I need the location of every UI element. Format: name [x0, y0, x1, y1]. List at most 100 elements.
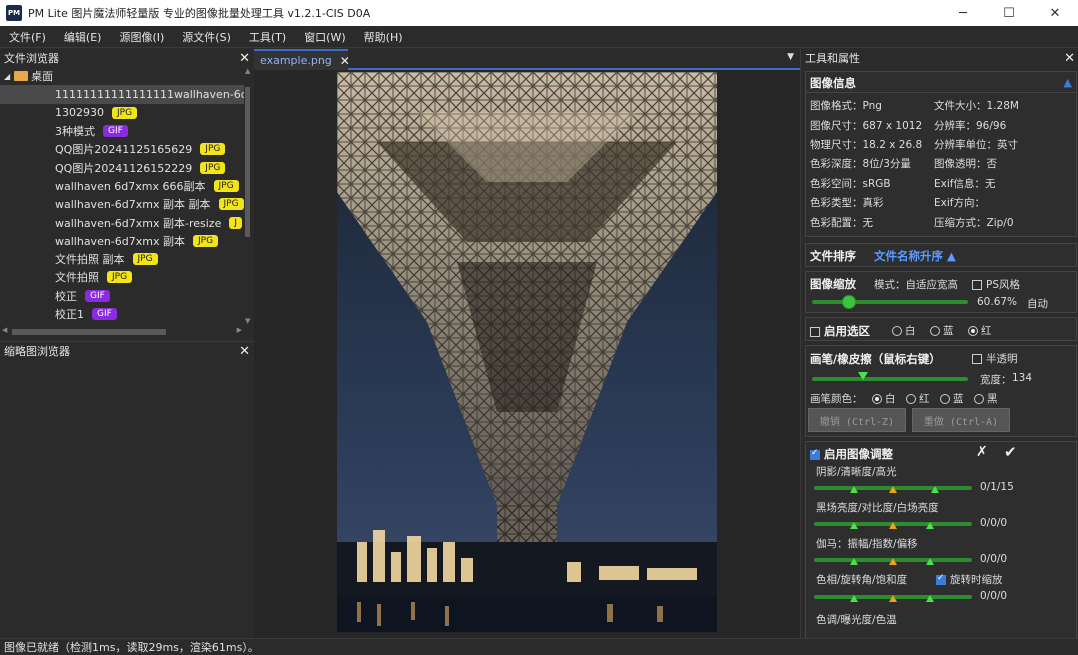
close-thumbnail-browser-icon[interactable]: ✕ [239, 344, 250, 359]
image-info-left: 色彩空间：sRGB [810, 177, 891, 190]
tree-root[interactable]: ◢ 桌面 [0, 67, 244, 85]
file-type-badge: JPG [213, 179, 239, 192]
image-info-title: 图像信息 [810, 76, 856, 90]
adjust-2-handle-c[interactable] [926, 522, 934, 529]
adjust-3-handle-b[interactable] [889, 558, 897, 565]
collapse-up-icon[interactable]: ▲ [1064, 76, 1072, 89]
enable-selection-checkbox[interactable]: 启用选区 [810, 323, 870, 339]
file-tree-item[interactable]: 11111111111111111wallhaven-6d [0, 85, 244, 104]
brush-blue-radio[interactable]: 蓝 [940, 391, 964, 406]
undo-button[interactable]: 撤销 (Ctrl-Z) [808, 408, 906, 432]
rotate-scale-checkbox[interactable]: 旋转时缩放 [936, 572, 1003, 587]
close-tab-icon[interactable]: ✕ [340, 54, 350, 68]
adjust-1-handle-c[interactable] [931, 486, 939, 493]
zoom-slider-knob[interactable] [842, 295, 857, 309]
adjust-1-handle-a[interactable] [850, 486, 858, 493]
bridge-photo [337, 72, 717, 632]
menu-edit[interactable]: 编辑(E) [55, 29, 111, 45]
tools-panel: 工具和属性 ✕ 图像信息 ▲ 图像格式：Png 文件大小：1.28M 图像尺寸：68… [800, 49, 1078, 638]
enable-adjust-check[interactable] [810, 448, 820, 460]
adjust-2-handle-b[interactable] [889, 522, 897, 529]
image-info-right: 文件大小：1.28M [934, 100, 1019, 113]
zoom-auto-button[interactable]: 自动 [1027, 296, 1048, 311]
menu-window[interactable]: 窗口(W) [295, 29, 354, 45]
vscroll-thumb[interactable] [245, 87, 250, 237]
tab-example[interactable]: example.png ✕ [254, 49, 350, 70]
file-type-badge: GIF [103, 125, 128, 138]
sort-order-link[interactable]: 文件名称升序 ▲ [874, 248, 956, 264]
menu-source-file[interactable]: 源文件(S) [173, 29, 240, 45]
tab-dropdown-icon[interactable]: ▼ [787, 52, 794, 62]
file-browser-panel: 文件浏览器 ✕ ◢ 桌面 11111111111111111wallhaven-… [0, 49, 254, 341]
ps-style-check[interactable] [972, 280, 982, 290]
selection-blue-radio[interactable]: 蓝 [930, 323, 954, 338]
brush-section: 画笔/橡皮擦（鼠标右键） 半透明 宽度： 134 画笔颜色： 白 红 蓝 黑 撤… [805, 345, 1077, 437]
adjust-group-5-label: 色调/曝光度/色温 [816, 614, 897, 626]
menu-file[interactable]: 文件(F) [0, 29, 55, 45]
brush-red-radio[interactable]: 红 [906, 391, 930, 406]
translucent-checkbox[interactable]: 半透明 [972, 351, 1018, 366]
apply-adjust-icon[interactable]: ✔ [1004, 443, 1017, 461]
file-name: 3种模式 [55, 125, 95, 139]
file-tree-item[interactable]: 校正1 GIF [0, 305, 244, 323]
close-window-button[interactable]: ✕ [1032, 0, 1078, 26]
file-tree-item[interactable]: 校正 GIF [0, 287, 244, 305]
adjust-2-handle-a[interactable] [850, 522, 858, 529]
enable-adjust-checkbox[interactable]: 启用图像调整 [810, 446, 893, 462]
file-tree-item[interactable]: wallhaven-6d7xmx 副本-resize J [0, 213, 244, 231]
collapse-arrow-icon[interactable]: ◢ [4, 72, 10, 81]
rotate-scale-check[interactable] [936, 573, 946, 585]
file-tree-item[interactable]: wallhaven-6d7xmx 副本 副本 JPG [0, 195, 244, 213]
adjust-4-handle-b[interactable] [889, 595, 897, 602]
brush-white-radio[interactable]: 白 [872, 391, 896, 406]
cancel-adjust-icon[interactable]: ✗ [976, 444, 988, 460]
selection-white-radio[interactable]: 白 [892, 323, 916, 338]
file-tree-item[interactable]: 3种模式 GIF [0, 122, 244, 140]
minimize-button[interactable]: ─ [940, 0, 986, 26]
image-info-left: 图像格式：Png [810, 100, 882, 113]
window-title: PM Lite 图片魔法师轻量版 专业的图像批量处理工具 v1.2.1-CIS … [28, 7, 371, 20]
image-canvas[interactable] [254, 70, 800, 638]
adjust-1-handle-b[interactable] [889, 486, 897, 493]
menu-bar: 文件(F) 编辑(E) 源图像(I) 源文件(S) 工具(T) 窗口(W) 帮助… [0, 26, 1078, 48]
image-info-right: 分辨率单位：英寸 [934, 138, 1018, 151]
adjust-3-handle-c[interactable] [926, 558, 934, 565]
file-tree-item[interactable]: wallhaven-6d7xmx 副本 JPG [0, 232, 244, 250]
adjust-4-handle-c[interactable] [926, 595, 934, 602]
file-tree-vscroll[interactable]: ▲ ▼ [244, 67, 252, 325]
adjust-group-4-value: 0/0/0 [980, 590, 1008, 602]
image-info-row: 图像尺寸：687 x 1012 分辨率：96/96 [810, 115, 1019, 134]
translucent-check[interactable] [972, 354, 982, 364]
image-info-grid: 图像格式：Png 文件大小：1.28M 图像尺寸：687 x 1012 分辨率：96/… [810, 96, 1019, 232]
zoom-mode[interactable]: 模式：自适应宽高 [874, 277, 958, 292]
file-tree-item[interactable]: 文件拍照 副本 JPG [0, 250, 244, 268]
close-tools-panel-icon[interactable]: ✕ [1064, 51, 1075, 66]
file-name: QQ图片20241126152229 [55, 161, 193, 175]
file-tree-item[interactable]: 1302930 JPG [0, 104, 244, 122]
maximize-button[interactable]: ☐ [986, 0, 1032, 26]
file-tree-item[interactable]: wallhaven 6d7xmx 666副本 JPG [0, 177, 244, 195]
file-tree-item[interactable]: QQ图片20241125165629 JPG [0, 140, 244, 158]
ps-style-checkbox[interactable]: PS风格 [972, 277, 1020, 292]
enable-selection-check[interactable] [810, 326, 820, 337]
zoom-label: 图像缩放 [810, 277, 856, 291]
file-tree-item[interactable]: QQ图片20241126152229 JPG [0, 158, 244, 176]
zoom-slider[interactable] [812, 300, 968, 304]
redo-button[interactable]: 重做 (Ctrl-A) [912, 408, 1010, 432]
menu-help[interactable]: 帮助(H) [355, 29, 412, 45]
brush-width-slider[interactable] [812, 377, 968, 381]
brush-black-radio[interactable]: 黑 [974, 391, 998, 406]
menu-source-image[interactable]: 源图像(I) [110, 29, 173, 45]
selection-red-radio[interactable]: 红 [968, 323, 992, 338]
close-file-browser-icon[interactable]: ✕ [239, 51, 250, 66]
adjust-3-handle-a[interactable] [850, 558, 858, 565]
file-tree-item[interactable]: 文件拍照 JPG [0, 268, 244, 286]
file-type-badge: JPG [132, 253, 158, 266]
hscroll-thumb[interactable] [12, 329, 166, 335]
sort-section: 文件排序 文件名称升序 ▲ [805, 243, 1077, 267]
file-browser-header: 文件浏览器 ✕ [0, 49, 254, 67]
brush-width-knob[interactable] [858, 372, 869, 380]
file-tree-hscroll[interactable]: ◀ ▶ [0, 326, 254, 336]
adjust-4-handle-a[interactable] [850, 595, 858, 602]
menu-tools[interactable]: 工具(T) [240, 29, 295, 45]
